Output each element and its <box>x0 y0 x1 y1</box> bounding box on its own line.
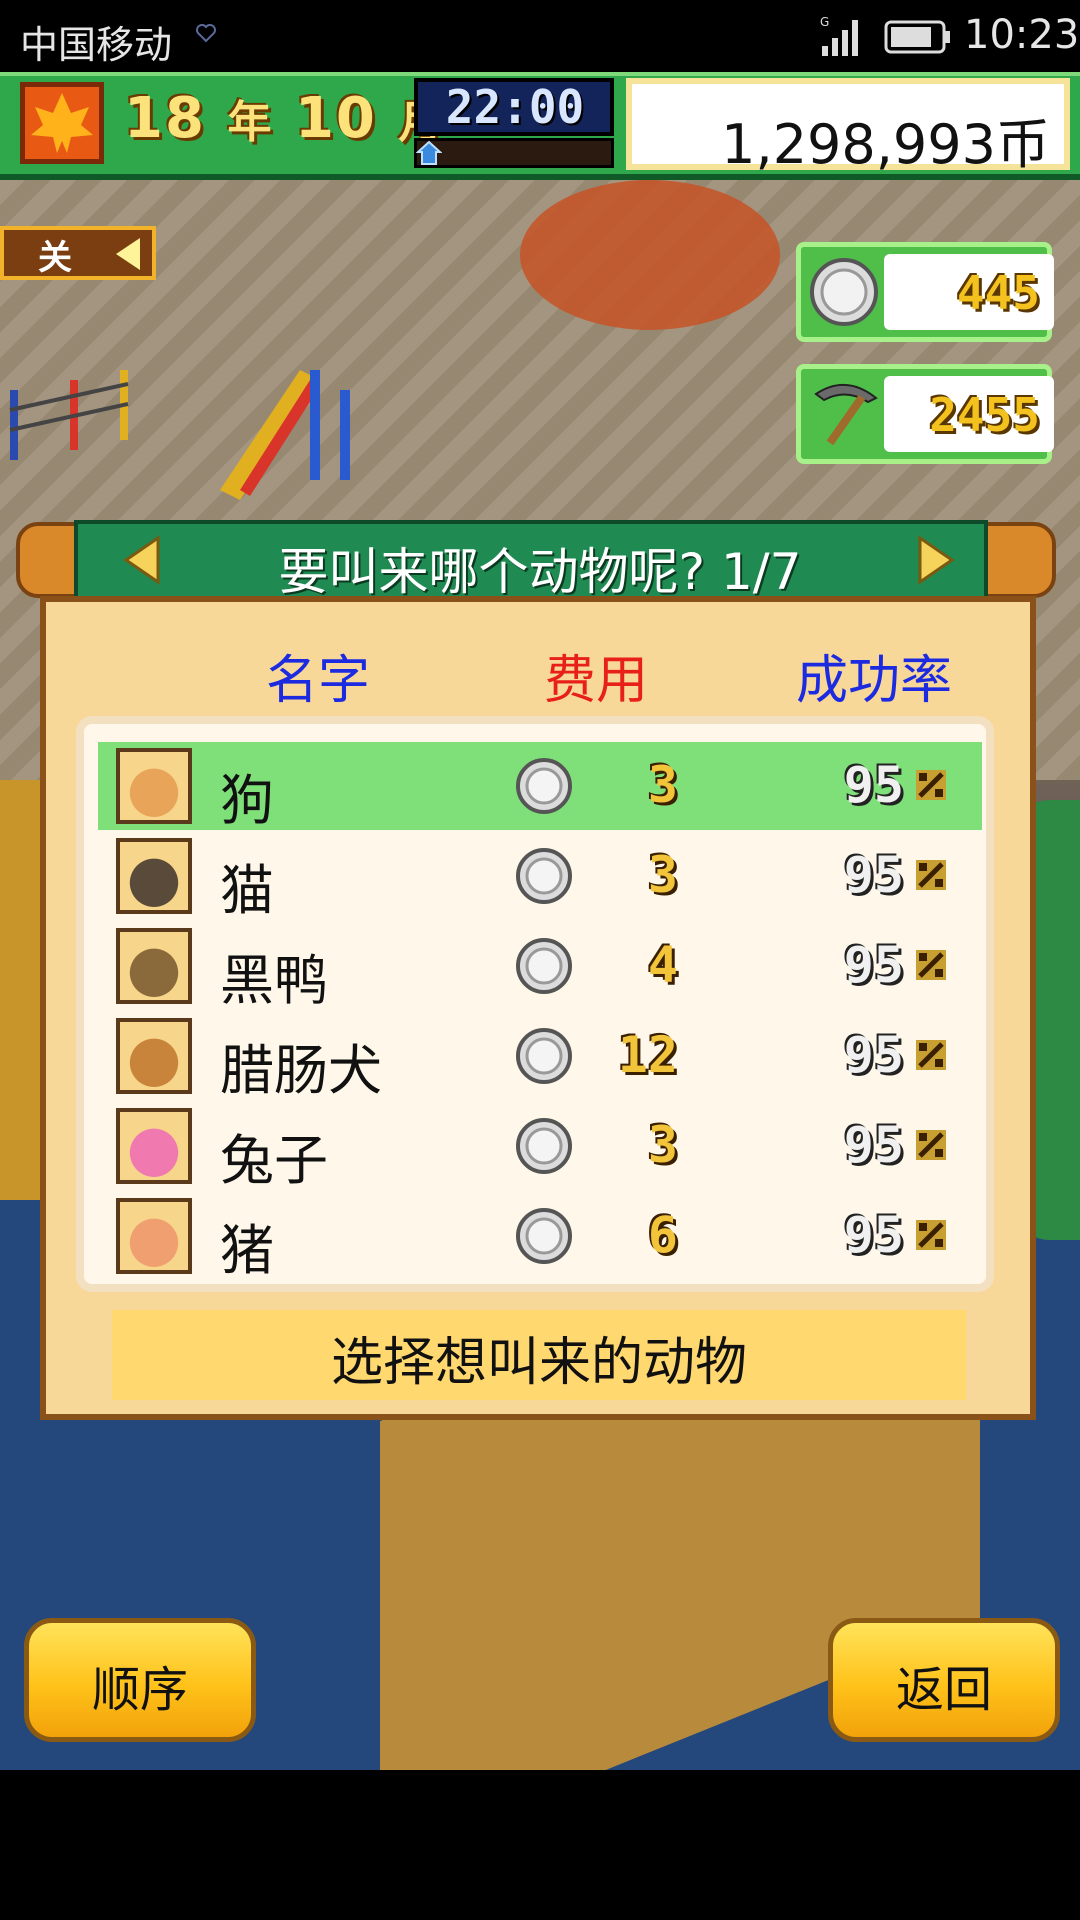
medal-coin-icon <box>516 758 572 814</box>
medal-coin-icon <box>516 938 572 994</box>
column-header-name: 名字 <box>266 651 371 711</box>
heart-rate-icon <box>196 24 216 43</box>
game-clock: 22:00 <box>445 80 585 134</box>
animal-success-rate: 95 <box>843 756 904 814</box>
percent-icon <box>916 1040 946 1070</box>
research-count: 2455 <box>929 388 1040 442</box>
sign-tab-label: 关 <box>38 238 72 278</box>
month-value: 10 <box>294 86 377 151</box>
animal-name: 狗 <box>220 769 274 832</box>
animal-cost: 3 <box>647 756 678 814</box>
animal-portrait-icon <box>116 748 192 824</box>
autumn-tree <box>520 180 780 330</box>
animal-name: 腊肠犬 <box>220 1039 382 1102</box>
animal-portrait-icon <box>116 1198 192 1274</box>
animal-cost: 4 <box>647 936 678 994</box>
animal-cost: 6 <box>647 1206 678 1264</box>
medal-coin-icon <box>810 258 878 326</box>
medal-coin-icon <box>516 848 572 904</box>
house-marker-icon <box>416 140 442 165</box>
status-clock: 10:23 <box>964 12 1080 58</box>
prev-page-arrow-icon[interactable] <box>122 534 162 586</box>
money-amount: 1,298,993币 <box>721 113 1050 176</box>
back-label: 返回 <box>895 1662 992 1718</box>
dialog-title: 要叫来哪个动物呢? 1/7 <box>278 543 802 601</box>
animal-row-0[interactable]: 狗 3 95 <box>98 742 982 832</box>
sort-order-label: 顺序 <box>91 1662 188 1718</box>
hint-text: 选择想叫来的动物 <box>330 1333 747 1393</box>
playground-slide <box>220 370 350 500</box>
autumn-leaf-icon <box>20 82 104 164</box>
pickaxe-icon <box>814 383 878 446</box>
column-header-cost: 费用 <box>544 651 649 711</box>
day-progress-bar <box>414 138 614 168</box>
animal-cost: 3 <box>647 1116 678 1174</box>
animal-success-rate: 95 <box>843 1026 904 1084</box>
animal-success-rate: 95 <box>843 1116 904 1174</box>
animal-row-4[interactable]: 兔子 3 95 <box>98 1102 982 1192</box>
animal-row-1[interactable]: 猫 3 95 <box>98 832 982 922</box>
animal-success-rate: 95 <box>843 846 904 904</box>
bottom-black-bar <box>0 1770 1080 1920</box>
animal-cost: 3 <box>647 846 678 904</box>
percent-icon <box>916 770 946 800</box>
animal-name: 猪 <box>220 1219 274 1282</box>
animal-cost: 12 <box>617 1026 678 1084</box>
percent-icon <box>916 1130 946 1160</box>
next-page-arrow-icon[interactable] <box>916 534 956 586</box>
animal-row-5[interactable]: 猪 6 95 <box>98 1192 982 1282</box>
column-header-rate: 成功率 <box>796 651 953 711</box>
percent-icon <box>916 860 946 890</box>
animal-portrait-icon <box>116 1108 192 1184</box>
battery-icon <box>884 20 950 54</box>
year-unit: 年 <box>227 97 274 148</box>
animal-name: 猫 <box>220 859 274 922</box>
game-date: 18 年 10 月 <box>124 86 444 151</box>
arrow-left-icon <box>116 238 140 270</box>
network-type: G <box>820 15 829 29</box>
medal-count: 445 <box>956 266 1040 320</box>
medal-coin-icon <box>516 1208 572 1264</box>
percent-icon <box>916 1220 946 1250</box>
animal-portrait-icon <box>116 1018 192 1094</box>
animal-success-rate: 95 <box>843 1206 904 1264</box>
fence <box>9 370 129 460</box>
animal-name: 兔子 <box>220 1129 328 1192</box>
animal-success-rate: 95 <box>843 936 904 994</box>
animal-portrait-icon <box>116 928 192 1004</box>
medal-coin-icon <box>516 1118 572 1174</box>
animal-row-2[interactable]: 黑鸭 4 95 <box>98 922 982 1012</box>
signal-icon: G <box>820 15 858 56</box>
year-value: 18 <box>124 86 206 151</box>
percent-icon <box>916 950 946 980</box>
medal-coin-icon <box>516 1028 572 1084</box>
carrier-name: 中国移动 <box>20 23 173 67</box>
animal-row-3[interactable]: 腊肠犬 12 95 <box>98 1012 982 1102</box>
animal-portrait-icon <box>116 838 192 914</box>
animal-name: 黑鸭 <box>220 949 328 1012</box>
